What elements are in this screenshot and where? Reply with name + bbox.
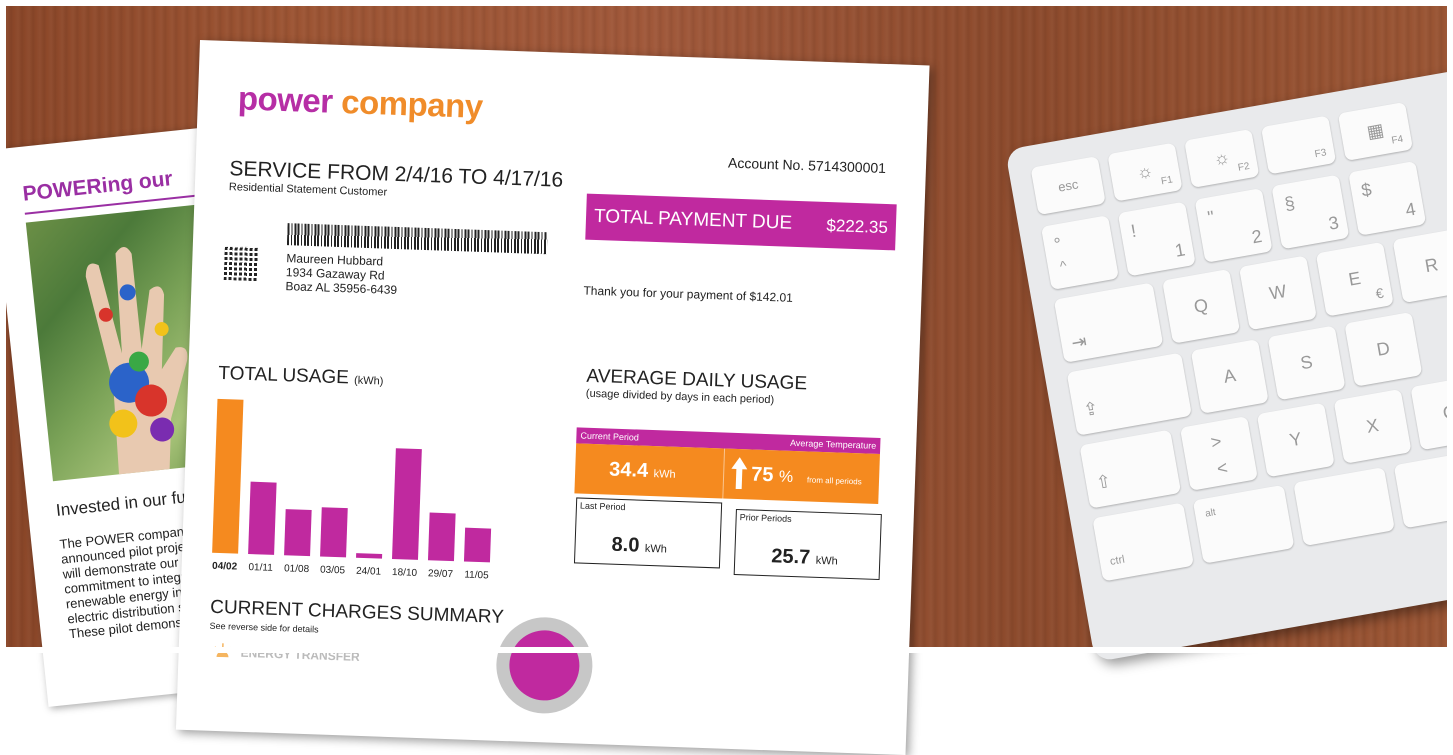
brochure-subheading: Invested in our futu bbox=[55, 486, 201, 521]
usage-bar-18/10 bbox=[392, 448, 422, 560]
usage-bar-03/05 bbox=[320, 507, 348, 557]
payment-thanks: Thank you for your payment of $142.01 bbox=[583, 284, 793, 305]
temp-note: from all periods bbox=[807, 475, 862, 486]
values-divider bbox=[722, 449, 725, 499]
key-1[interactable]: !1 bbox=[1118, 202, 1196, 277]
key-q[interactable]: Q bbox=[1162, 269, 1240, 344]
total-payment-due-box: TOTAL PAYMENT DUE $222.35 bbox=[585, 194, 896, 251]
key-3[interactable]: §3 bbox=[1271, 174, 1349, 249]
usage-tick-label: 01/11 bbox=[248, 562, 273, 574]
prior-periods-usage: 25.7 kWh bbox=[771, 545, 838, 570]
key-shift[interactable]: ⇧ bbox=[1079, 430, 1181, 509]
key-tab[interactable]: ⇥ bbox=[1054, 282, 1164, 362]
current-usage-value: 34.4 bbox=[609, 459, 649, 482]
key-x[interactable]: X bbox=[1334, 389, 1412, 464]
usage-tick-label: 24/01 bbox=[356, 566, 382, 578]
total-due-amount: $222.35 bbox=[826, 216, 888, 238]
key-degree[interactable]: °^ bbox=[1041, 215, 1119, 290]
usage-bar-chart: 04/02 01/11 01/08 03/05 24/01 18/10 29/07 11/05 bbox=[207, 391, 513, 591]
prior-periods-unit: kWh bbox=[815, 555, 837, 568]
usage-tick-label: 01/08 bbox=[284, 563, 310, 575]
barcode bbox=[287, 223, 548, 254]
usage-tick-label: 04/02 bbox=[212, 561, 238, 573]
key-d[interactable]: D bbox=[1344, 312, 1422, 387]
energy-transfer-label: ENERGY TRANSFER bbox=[240, 646, 360, 664]
key-f3[interactable]: F3 bbox=[1261, 115, 1336, 174]
usage-bar-11/05 bbox=[464, 528, 491, 563]
usage-bar-04/02 bbox=[212, 399, 243, 554]
sun-icon bbox=[212, 643, 232, 658]
usage-bar-01/11 bbox=[248, 482, 277, 555]
total-due-label: TOTAL PAYMENT DUE bbox=[594, 206, 793, 235]
last-period-label: Last Period bbox=[580, 501, 626, 513]
account-number: Account No. 5714300001 bbox=[728, 155, 886, 177]
key-f4[interactable]: ▦F4 bbox=[1338, 102, 1413, 161]
power-bill: power company Account No. 5714300001 SER… bbox=[176, 40, 930, 755]
usage-tick-label: 03/05 bbox=[320, 565, 346, 577]
prior-periods-label: Prior Periods bbox=[740, 512, 792, 524]
current-period-label: Current Period bbox=[580, 431, 639, 443]
usage-tick-label: 18/10 bbox=[392, 567, 418, 579]
charges-subtitle: See reverse side for details bbox=[209, 621, 318, 635]
key-c[interactable]: C bbox=[1410, 375, 1453, 450]
mailing-address: Maureen Hubbard 1934 Gazaway Rd Boaz AL … bbox=[285, 251, 398, 297]
logo-power: power bbox=[237, 79, 333, 119]
usage-title: TOTAL USAGE (kWh) bbox=[218, 363, 384, 391]
usage-bar-29/07 bbox=[428, 513, 456, 562]
usage-tick-label: 11/05 bbox=[464, 570, 489, 582]
key-y[interactable]: Y bbox=[1257, 402, 1335, 477]
key-f1[interactable]: ☼F1 bbox=[1107, 142, 1182, 201]
key-4[interactable]: $4 bbox=[1348, 161, 1426, 236]
key-s[interactable]: S bbox=[1268, 325, 1346, 400]
prior-periods-box: Prior Periods 25.7 kWh bbox=[734, 509, 882, 580]
key-caps-lock[interactable]: ⇪ bbox=[1067, 353, 1192, 436]
key-angle-brackets[interactable]: >< bbox=[1180, 416, 1258, 491]
avg-usage-values: 34.4 kWh 75 % from all periods bbox=[574, 443, 880, 504]
key-cmd[interactable] bbox=[1293, 467, 1395, 546]
logo-company: company bbox=[341, 83, 484, 125]
key-r[interactable]: R bbox=[1393, 228, 1453, 303]
key-esc[interactable]: esc bbox=[1030, 156, 1105, 215]
last-period-usage: 8.0 kWh bbox=[611, 534, 667, 559]
key-a[interactable]: A bbox=[1191, 339, 1269, 414]
temp-percent-value: 75 bbox=[751, 464, 774, 487]
usage-bar-24/01 bbox=[356, 553, 382, 559]
key-w[interactable]: W bbox=[1239, 255, 1317, 330]
key-f2[interactable]: ☼F2 bbox=[1184, 129, 1259, 188]
company-logo: power company bbox=[237, 79, 483, 126]
usage-bar-01/08 bbox=[284, 509, 312, 556]
last-period-value: 8.0 bbox=[611, 534, 640, 557]
last-period-unit: kWh bbox=[645, 543, 667, 556]
charges-donut-chart bbox=[495, 616, 594, 715]
address-line: Boaz AL 35956-6439 bbox=[285, 279, 397, 297]
key-2[interactable]: "2 bbox=[1195, 188, 1273, 263]
key-e[interactable]: E€ bbox=[1316, 242, 1394, 317]
usage-title-text: TOTAL USAGE bbox=[218, 363, 349, 389]
current-usage-unit: kWh bbox=[653, 468, 675, 481]
donut-center bbox=[508, 629, 580, 701]
usage-tick-label: 29/07 bbox=[428, 568, 454, 580]
qr-code bbox=[224, 246, 259, 281]
current-usage: 34.4 kWh bbox=[609, 459, 676, 484]
key-ctrl[interactable]: ctrl bbox=[1092, 502, 1194, 581]
avg-temp-label: Average Temperature bbox=[790, 438, 877, 451]
last-period-box: Last Period 8.0 kWh bbox=[574, 497, 722, 568]
key-alt[interactable]: alt bbox=[1193, 485, 1295, 564]
usage-unit: (kWh) bbox=[354, 375, 384, 388]
temp-percent-unit: % bbox=[779, 468, 794, 485]
temp-percent: 75 % bbox=[751, 464, 794, 488]
prior-periods-value: 25.7 bbox=[771, 545, 811, 568]
arrow-up-icon bbox=[731, 457, 748, 490]
